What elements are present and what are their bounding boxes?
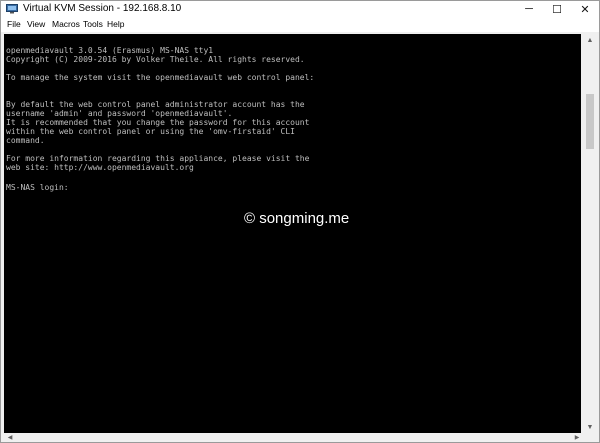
console-screen[interactable]: openmediavault 3.0.54 (Erasmus) MS-NAS t… [4,34,581,433]
menu-bar: File View Macros Tools Help [1,17,599,32]
title-bar[interactable]: Virtual KVM Session - 192.168.8.10 ─ ☐ ✕ [1,1,599,17]
menu-macros[interactable]: Macros [52,19,80,30]
menu-view[interactable]: View [27,19,45,30]
vertical-scroll-thumb[interactable] [586,94,594,149]
console-line: By default the web control panel adminis… [6,100,305,109]
console-line: openmediavault 3.0.54 (Erasmus) MS-NAS t… [6,46,214,55]
menu-file[interactable]: File [7,19,21,30]
close-button[interactable]: ✕ [571,1,599,17]
scroll-right-icon[interactable]: ▶ [571,433,583,442]
console-line: To manage the system visit the openmedia… [6,73,315,82]
login-prompt[interactable]: MS-NAS login: [6,183,69,192]
monitor-icon [6,4,18,14]
console-line: For more information regarding this appl… [6,154,310,163]
console-line: command. [6,136,45,145]
kvm-window: Virtual KVM Session - 192.168.8.10 ─ ☐ ✕… [0,0,600,443]
console-line: It is recommended that you change the pa… [6,118,310,127]
console-line: Copyright (C) 2009-2016 by Volker Theile… [6,55,305,64]
console-line: web site: http://www.openmediavault.org [6,163,194,172]
minimize-button[interactable]: ─ [515,1,543,17]
menu-tools[interactable]: Tools [83,19,103,30]
vertical-scrollbar[interactable]: ▲ ▼ [583,34,597,433]
watermark-text: © songming.me [244,210,350,227]
scroll-down-icon[interactable]: ▼ [583,421,597,433]
scroll-up-icon[interactable]: ▲ [583,34,597,46]
console-line: username 'admin' and password 'openmedia… [6,109,233,118]
maximize-button[interactable]: ☐ [543,1,571,17]
scroll-left-icon[interactable]: ◀ [4,433,16,442]
window-title: Virtual KVM Session - 192.168.8.10 [23,3,182,14]
console-line: within the web control panel or using th… [6,127,295,136]
horizontal-scrollbar[interactable]: ◀ ▶ [4,433,583,442]
menu-help[interactable]: Help [107,19,124,30]
